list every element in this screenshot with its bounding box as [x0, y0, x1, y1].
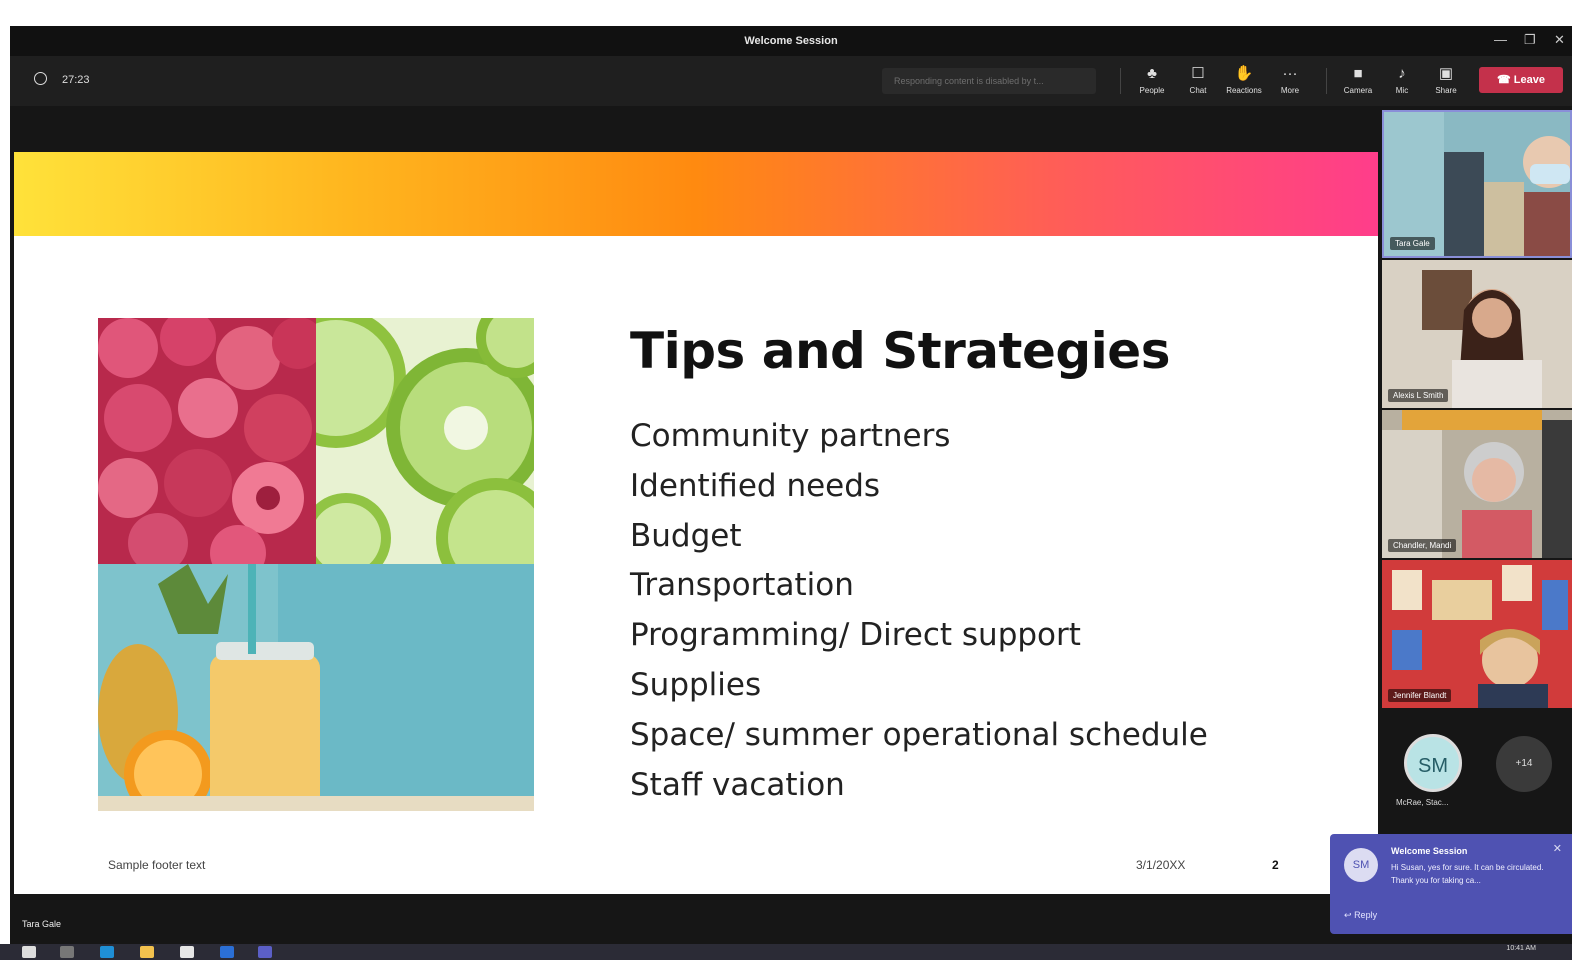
slide-title: Tips and Strategies: [630, 322, 1170, 380]
more-button[interactable]: ··· More: [1268, 64, 1312, 95]
bullet-item: Identified needs: [630, 467, 881, 504]
smoothie-image: [98, 564, 534, 811]
divider: [1326, 68, 1327, 94]
chat-button[interactable]: ☐ Chat: [1176, 64, 1220, 95]
teams-meeting-window: Welcome Session — ❐ ✕ 27:23 Responding c…: [10, 26, 1572, 960]
bullet-item: Staff vacation: [630, 766, 845, 803]
fruit-photo-collage: [98, 318, 534, 811]
chat-icon: ☐: [1191, 65, 1205, 82]
more-participants-button[interactable]: +14: [1496, 736, 1552, 792]
reply-label: Reply: [1354, 910, 1378, 920]
reply-icon: ↩: [1344, 910, 1352, 920]
title-bar: Welcome Session — ❐ ✕: [10, 26, 1572, 56]
bullet-item: Supplies: [630, 666, 762, 703]
minimize-button[interactable]: —: [1494, 32, 1507, 47]
slide-page-number: 2: [1272, 858, 1279, 872]
participant-name: Chandler, Mandi: [1388, 539, 1457, 552]
mic-button[interactable]: ♪ Mic: [1380, 64, 1424, 95]
close-button[interactable]: ✕: [1554, 32, 1565, 48]
notification-title: Welcome Session: [1391, 846, 1468, 856]
clock: 10:41 AM: [1506, 945, 1536, 952]
bullet-item: Community partners: [630, 418, 951, 454]
raspberries-image: [98, 318, 316, 564]
window-title: Welcome Session: [744, 35, 838, 47]
participant-tile[interactable]: Alexis L Smith: [1382, 260, 1572, 408]
avatar: SM: [1344, 848, 1378, 882]
screen: Welcome Session — ❐ ✕ 27:23 Responding c…: [0, 0, 1572, 960]
reply-button[interactable]: ↩ Reply: [1344, 910, 1377, 921]
people-icon: ♣: [1147, 65, 1157, 82]
search-icon[interactable]: [60, 946, 74, 958]
leave-button[interactable]: ☎ Leave: [1479, 67, 1563, 93]
chrome-icon[interactable]: [180, 946, 194, 958]
edge-icon[interactable]: [100, 946, 114, 958]
toolbar-button-label: More: [1280, 86, 1300, 95]
avatar-name: McRae, Stac...: [1396, 798, 1449, 807]
bullet-item: Space/ summer operational schedule: [630, 716, 1208, 753]
maximize-button[interactable]: ❐: [1524, 32, 1536, 48]
camera-icon: ■: [1353, 65, 1363, 82]
presenter-label: Tara Gale: [22, 919, 62, 929]
reactions-button[interactable]: ✋ Reactions: [1222, 64, 1266, 95]
slide-date: 3/1/20XX: [1136, 858, 1186, 872]
share-button[interactable]: ▣ Share: [1424, 64, 1468, 95]
gradient-banner: [14, 152, 1378, 236]
overflow-participants: SM +14 McRae, Stac...: [1380, 726, 1572, 836]
participant-tile[interactable]: Jennifer Blandt: [1382, 560, 1572, 708]
participant-name: Alexis L Smith: [1388, 389, 1449, 402]
notice-bar: Responding content is disabled by t...: [882, 68, 1096, 94]
toolbar-button-label: People: [1139, 86, 1165, 95]
teams-icon[interactable]: [258, 946, 272, 958]
outlook-icon[interactable]: [220, 946, 234, 958]
notification-message: Hi Susan, yes for sure. It can be circul…: [1391, 863, 1544, 885]
bullet-list: Community partners Identified needs Budget…: [630, 412, 1208, 810]
windows-start-icon[interactable]: [22, 946, 36, 958]
toolbar-button-label: Camera: [1343, 86, 1373, 95]
camera-button[interactable]: ■ Camera: [1336, 64, 1380, 95]
windows-taskbar: 10:41 AM: [0, 944, 1572, 960]
participant-video-strip: Tara Gale Alexis L Smith Chandler, Mandi…: [1380, 110, 1572, 740]
kiwi-image: [316, 318, 534, 564]
participant-tile[interactable]: Tara Gale: [1382, 110, 1572, 258]
toolbar-button-label: Reactions: [1226, 86, 1262, 95]
avatar[interactable]: SM: [1404, 734, 1462, 792]
share-icon: ▣: [1438, 65, 1454, 82]
divider: [1120, 68, 1121, 94]
shared-slide: Tips and Strategies Community partners Id…: [14, 152, 1378, 894]
participant-name: Jennifer Blandt: [1388, 689, 1452, 702]
bullet-item: Programming/ Direct support: [630, 617, 1081, 654]
stage-bottom-strip: [10, 894, 1378, 914]
meeting-timer: 27:23: [62, 74, 90, 86]
toolbar-button-label: Mic: [1395, 86, 1409, 95]
folder-icon[interactable]: [140, 946, 154, 958]
people-button[interactable]: ♣ People: [1130, 64, 1174, 95]
reactions-icon: ✋: [1234, 65, 1254, 82]
mic-icon: ♪: [1398, 65, 1406, 82]
meeting-toolbar: 27:23 Responding content is disabled by …: [10, 56, 1572, 106]
toolbar-button-label: Share: [1435, 86, 1457, 95]
leave-label: Leave: [1513, 74, 1545, 86]
bullet-item: Budget: [630, 517, 742, 554]
participant-tile[interactable]: Chandler, Mandi: [1382, 410, 1572, 558]
more-icon: ···: [1282, 65, 1298, 82]
chat-notification[interactable]: SM Welcome Session Hi Susan, yes for sur…: [1330, 834, 1572, 934]
toolbar-button-label: Chat: [1189, 86, 1207, 95]
close-icon[interactable]: ✕: [1553, 842, 1562, 855]
bullet-item: Transportation: [630, 567, 854, 604]
shield-icon: [34, 72, 47, 85]
slide-footer: Sample footer text: [108, 858, 206, 872]
participant-name: Tara Gale: [1390, 237, 1435, 250]
stage-gap: [10, 106, 1378, 152]
phone-icon: ☎: [1497, 74, 1511, 86]
